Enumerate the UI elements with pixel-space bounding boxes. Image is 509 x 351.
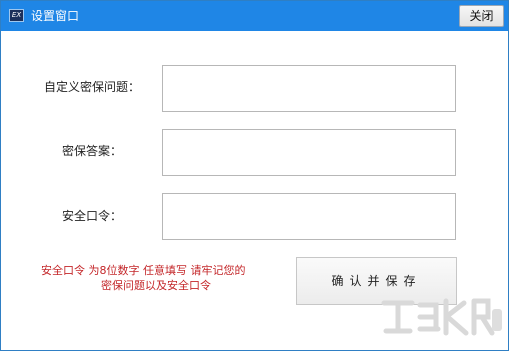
security-question-input[interactable]	[162, 65, 456, 112]
password-label: 安全口令：	[62, 209, 123, 223]
security-answer-input[interactable]	[162, 129, 456, 176]
security-password-input[interactable]	[162, 193, 456, 240]
hint-line-1: 安全口令 为8位数字 任意填写 请牢记您的	[41, 264, 246, 277]
close-button[interactable]: 关闭	[459, 5, 504, 27]
password-hint: 安全口令 为8位数字 任意填写 请牢记您的 密保问题以及安全口令	[41, 263, 291, 293]
settings-window: EX 设置窗口 关闭 自定义密保问题： 密保答案： 安全口令： 安全口令 为8位…	[0, 0, 509, 351]
answer-label: 密保答案：	[62, 144, 123, 158]
app-icon: EX	[9, 9, 24, 22]
title-bar[interactable]: EX 设置窗口 关闭	[1, 1, 508, 31]
window-title: 设置窗口	[31, 9, 80, 23]
watermark-logo-icon	[381, 298, 502, 336]
question-label: 自定义密保问题：	[44, 80, 141, 94]
hint-line-2: 密保问题以及安全口令	[101, 279, 211, 292]
